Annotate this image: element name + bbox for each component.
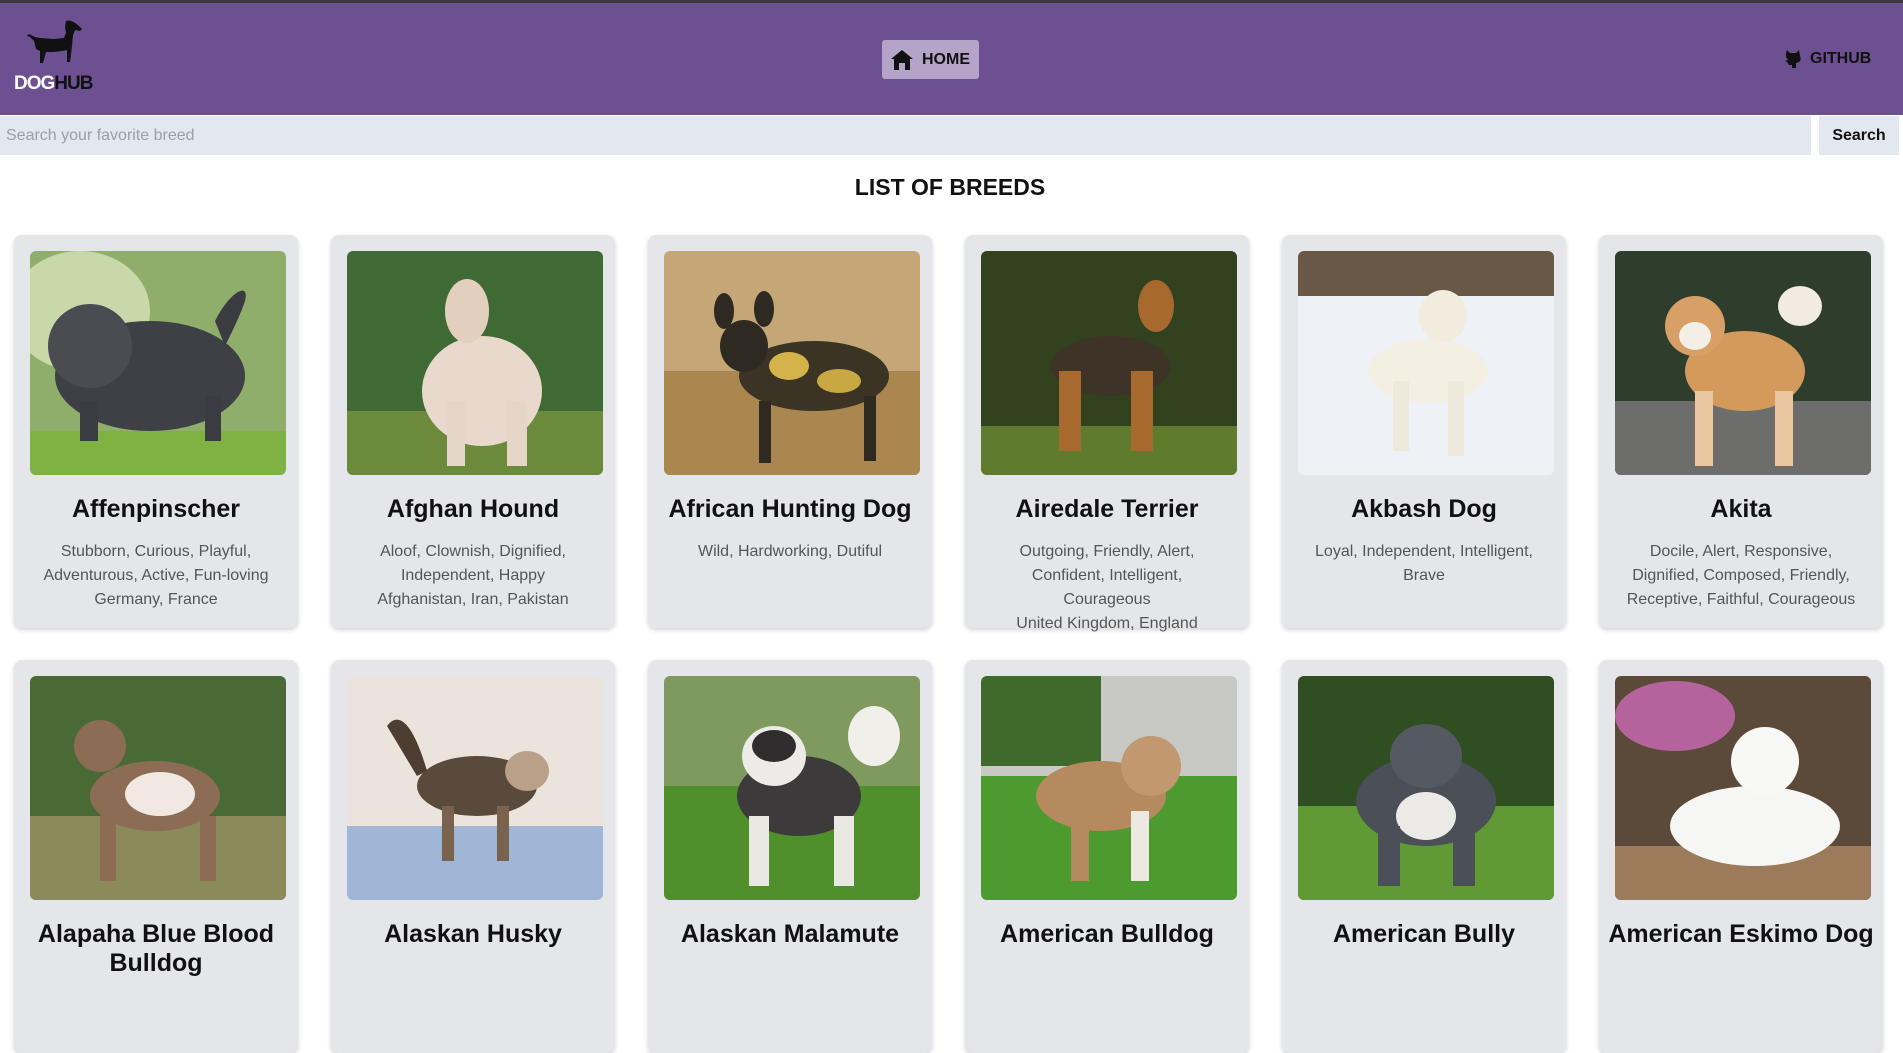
site-logo[interactable]: DOGHUB (14, 19, 94, 99)
breed-description: Wild, Hardworking, Dutiful (670, 540, 910, 564)
github-label: GITHUB (1810, 50, 1872, 67)
breed-photo (347, 676, 603, 900)
breed-temperament: Stubborn, Curious, Playful, Adventurous,… (43, 543, 269, 584)
breed-card[interactable]: Akita Docile, Alert, Responsive, Dignifi… (1599, 235, 1883, 628)
breed-photo (981, 251, 1237, 475)
breed-name: American Bully (1332, 920, 1515, 948)
breed-description (1621, 965, 1861, 989)
breed-card[interactable]: Alaskan Husky (331, 660, 615, 1053)
logo-part-hub: HUB (54, 73, 93, 94)
home-nav-label: HOME (922, 50, 970, 68)
breed-name: Afghan Hound (386, 495, 560, 523)
breed-origin: United Kingdom, England (1016, 615, 1198, 632)
breed-description: Stubborn, Curious, Playful, Adventurous,… (36, 540, 276, 612)
breed-photo (347, 251, 603, 475)
breed-photo (981, 676, 1237, 900)
breed-name: Airedale Terrier (1015, 495, 1199, 523)
breed-description: Loyal, Independent, Intelligent, Brave (1304, 540, 1544, 588)
breed-description (987, 965, 1227, 989)
breed-name: African Hunting Dog (668, 495, 912, 523)
search-button[interactable]: Search (1819, 116, 1899, 155)
breed-description: Aloof, Clownish, Dignified, Independent,… (353, 540, 593, 612)
breed-photo (1615, 251, 1871, 475)
github-icon (1785, 50, 1801, 68)
breed-name: Affenpinscher (71, 495, 241, 523)
dog-silhouette-icon (27, 20, 82, 63)
breed-description (36, 965, 276, 989)
breed-photo (664, 251, 920, 475)
breed-card[interactable]: Affenpinscher Stubborn, Curious, Playful… (14, 235, 298, 628)
breed-card[interactable]: African Hunting Dog Wild, Hardworking, D… (648, 235, 932, 628)
breed-card[interactable]: Airedale Terrier Outgoing, Friendly, Ale… (965, 235, 1249, 632)
breed-card[interactable]: Alaskan Malamute (648, 660, 932, 1053)
logo-part-dog: DOG (14, 73, 55, 94)
breed-photo (1298, 251, 1554, 475)
breed-name: American Eskimo Dog (1608, 920, 1874, 948)
breed-card[interactable]: Alapaha Blue Blood Bulldog (14, 660, 298, 1053)
breed-photo (664, 676, 920, 900)
breed-card[interactable]: Akbash Dog Loyal, Independent, Intellige… (1282, 235, 1566, 628)
breed-card[interactable]: American Bulldog (965, 660, 1249, 1053)
breed-card[interactable]: American Eskimo Dog (1599, 660, 1883, 1053)
breed-origin: Germany, France (94, 591, 218, 608)
breed-name: Alaskan Malamute (680, 920, 900, 948)
github-link[interactable]: GITHUB (1784, 49, 1871, 69)
breed-description: Outgoing, Friendly, Alert, Confident, In… (987, 540, 1227, 636)
breed-temperament: Outgoing, Friendly, Alert, Confident, In… (1019, 543, 1195, 608)
breed-card[interactable]: Afghan Hound Aloof, Clownish, Dignified,… (331, 235, 615, 628)
breed-description (670, 965, 910, 989)
breed-temperament: Docile, Alert, Responsive, Dignified, Co… (1626, 543, 1856, 608)
breed-description (1304, 965, 1544, 989)
logo-wordmark: DOGHUB (14, 73, 93, 95)
breed-description (353, 965, 593, 989)
breed-card[interactable]: American Bully (1282, 660, 1566, 1053)
search-input[interactable] (0, 116, 1811, 155)
breed-temperament: Aloof, Clownish, Dignified, Independent,… (380, 543, 566, 584)
breed-grid: Affenpinscher Stubborn, Curious, Playful… (14, 235, 1886, 1053)
home-nav-button[interactable]: HOME (882, 40, 979, 79)
breed-name: American Bulldog (1000, 920, 1214, 948)
breed-name: Akbash Dog (1351, 495, 1497, 523)
breed-description: Docile, Alert, Responsive, Dignified, Co… (1621, 540, 1861, 612)
house-icon (891, 49, 913, 70)
site-header: DOGHUB HOME GITHUB (0, 3, 1903, 115)
breed-temperament: Wild, Hardworking, Dutiful (697, 543, 883, 560)
breed-photo (1615, 676, 1871, 900)
breed-origin: Afghanistan, Iran, Pakistan (377, 591, 569, 608)
page-title: LIST OF BREEDS (854, 174, 1046, 200)
breed-photo (30, 676, 286, 900)
breed-temperament: Loyal, Independent, Intelligent, Brave (1315, 543, 1533, 584)
search-bar: Search (0, 116, 1903, 156)
breed-photo (30, 251, 286, 475)
breed-name: Alaskan Husky (384, 920, 562, 948)
breed-photo (1298, 676, 1554, 900)
breed-name: Akita (1710, 495, 1772, 523)
